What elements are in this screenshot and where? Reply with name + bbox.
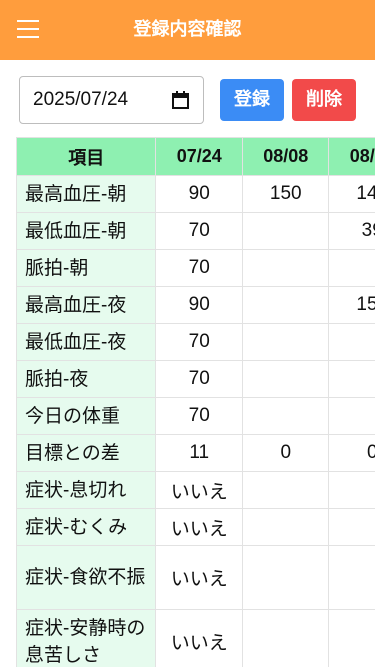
row-value — [328, 471, 375, 509]
records-table-container[interactable]: 項目 07/24 08/08 08/07 最高血圧-朝 90 150 140 最… — [16, 137, 375, 667]
row-value: 39 — [328, 212, 375, 250]
row-value: 70 — [155, 323, 243, 361]
table-row: 今日の体重 70 — [16, 397, 375, 435]
row-value: 0 — [241, 434, 330, 472]
row-value: 90 — [155, 286, 243, 324]
row-value — [241, 397, 330, 435]
row-value — [328, 397, 375, 435]
row-value — [241, 609, 330, 667]
row-value: 70 — [155, 249, 243, 287]
table-row: 症状-息切れ いいえ — [16, 471, 375, 509]
row-label: 脈拍-夜 — [16, 360, 157, 398]
row-value — [241, 323, 330, 361]
row-value — [241, 545, 330, 610]
row-value — [241, 360, 330, 398]
table-row: 最高血圧-夜 90 150 — [16, 286, 375, 324]
row-value: 140 — [328, 175, 375, 213]
row-value: いいえ — [155, 508, 243, 546]
table-row: 症状-食欲不振 いいえ — [16, 545, 375, 610]
row-value: 70 — [155, 212, 243, 250]
date-input[interactable]: 2025/07/24 — [19, 76, 204, 124]
table-row: 最高血圧-朝 90 150 140 — [16, 175, 375, 213]
delete-button[interactable]: 削除 — [292, 79, 356, 121]
records-table: 項目 07/24 08/08 08/07 最高血圧-朝 90 150 140 最… — [16, 137, 375, 667]
row-label: 今日の体重 — [16, 397, 157, 435]
table-row: 症状-安静時の息苦しさ いいえ — [16, 609, 375, 667]
table-row: 脈拍-夜 70 — [16, 360, 375, 398]
row-value: 70 — [155, 397, 243, 435]
row-label: 症状-食欲不振 — [16, 545, 157, 610]
register-button[interactable]: 登録 — [220, 79, 284, 121]
row-value — [328, 323, 375, 361]
row-value — [328, 360, 375, 398]
row-value — [241, 249, 330, 287]
row-label: 最低血圧-朝 — [16, 212, 157, 250]
header-date: 07/24 — [155, 137, 243, 176]
table-row: 最低血圧-夜 70 — [16, 323, 375, 361]
row-label: 症状-息切れ — [16, 471, 157, 509]
table-row: 脈拍-朝 70 — [16, 249, 375, 287]
row-value: いいえ — [155, 471, 243, 509]
table-header-row: 項目 07/24 08/08 08/07 — [16, 137, 375, 176]
row-label: 最高血圧-夜 — [16, 286, 157, 324]
row-label: 目標との差 — [16, 434, 157, 472]
row-value — [241, 286, 330, 324]
row-value: 150 — [241, 175, 330, 213]
table-row: 最低血圧-朝 70 39 — [16, 212, 375, 250]
page-title: 登録内容確認 — [133, 19, 242, 40]
row-value — [328, 508, 375, 546]
table-row: 症状-むくみ いいえ — [16, 508, 375, 546]
row-value: 90 — [155, 175, 243, 213]
row-value: 70 — [155, 360, 243, 398]
header-date: 08/07 — [328, 137, 375, 176]
calendar-icon[interactable] — [172, 91, 189, 109]
row-value — [241, 471, 330, 509]
row-value: 150 — [328, 286, 375, 324]
row-value: いいえ — [155, 609, 243, 667]
row-label: 最高血圧-朝 — [16, 175, 157, 213]
row-value — [328, 609, 375, 667]
table-row: 目標との差 11 0 0 — [16, 434, 375, 472]
row-label: 最低血圧-夜 — [16, 323, 157, 361]
row-value — [328, 249, 375, 287]
app-header: 登録内容確認 — [0, 0, 375, 60]
row-value: いいえ — [155, 545, 243, 610]
row-value — [328, 545, 375, 610]
row-label: 症状-安静時の息苦しさ — [16, 609, 157, 667]
row-value — [241, 508, 330, 546]
row-value — [241, 212, 330, 250]
header-date: 08/08 — [241, 137, 330, 176]
row-label: 脈拍-朝 — [16, 249, 157, 287]
row-label: 症状-むくみ — [16, 508, 157, 546]
row-value: 0 — [328, 434, 375, 472]
date-value: 2025/07/24 — [33, 89, 129, 110]
row-value: 11 — [155, 434, 243, 472]
header-item: 項目 — [16, 137, 157, 176]
